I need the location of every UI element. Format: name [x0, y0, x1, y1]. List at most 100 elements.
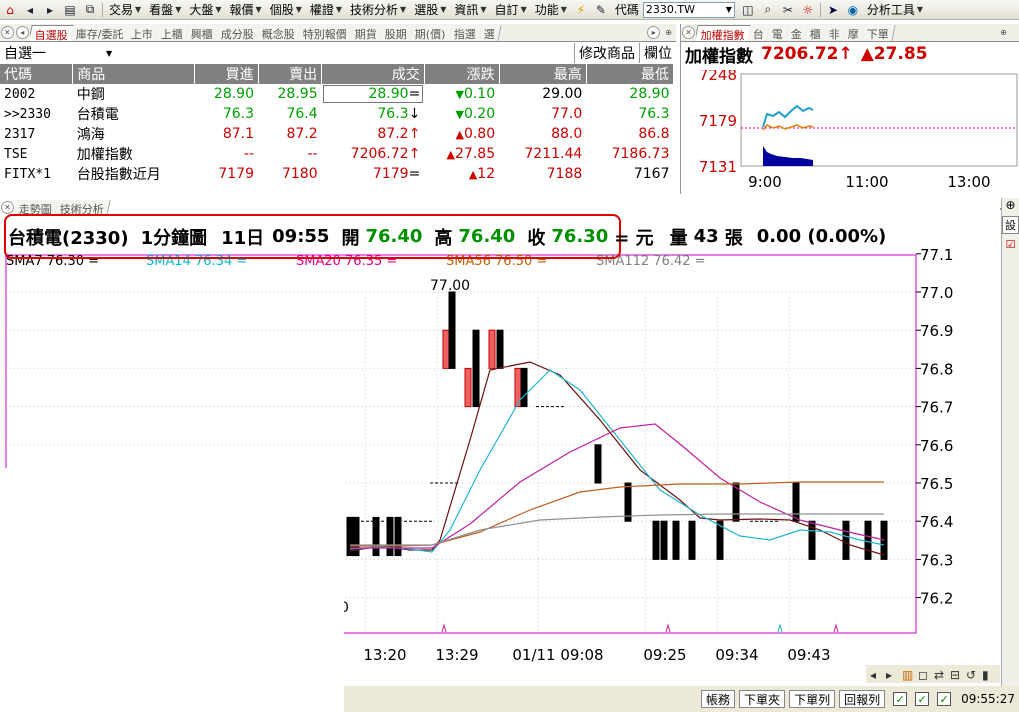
menu-item-label: 功能	[534, 3, 559, 17]
bid-price: 87.1	[222, 126, 254, 142]
chevron-down-icon: ▼	[175, 5, 182, 14]
print-icon[interactable]: ▤	[61, 1, 79, 19]
table-row[interactable]: FITX*1 台股指數近月 7179 7180 7179= ▲12 7188 7167	[0, 164, 674, 184]
chevron-down-icon: ▼	[255, 5, 262, 14]
columns-button[interactable]: 欄位	[639, 43, 676, 63]
tab-item[interactable]: 特別報價	[297, 25, 355, 41]
quotes-header-row: 代碼 商品 買進 賣出 成交 漲跌 最高 最低	[0, 64, 675, 84]
menu-item-label: 技術分析	[350, 3, 399, 17]
chart-nav-icon[interactable]: ⇄	[934, 668, 944, 682]
candle	[594, 444, 602, 484]
tab-item[interactable]: 庫存/委託	[69, 25, 131, 41]
chart-nav-icon[interactable]: ↺	[966, 668, 976, 682]
chart-nav-icon[interactable]: ▥	[902, 668, 913, 682]
menu-item[interactable]: 自訂 ▼	[491, 1, 531, 18]
index-panel: ✕ 加權指數台電金櫃非摩下單 ⊕ 加權指數 7206.72 ↑ ▲27.85 7…	[680, 24, 1019, 194]
column-header[interactable]: 買進	[194, 64, 259, 84]
cursor-icon[interactable]: ➤	[824, 1, 842, 19]
menu-item[interactable]: 大盤 ▼	[185, 1, 225, 18]
table-row[interactable]: >>2330 台積電 76.3 76.4 76.3↓ ▼0.20 77.0 76.3	[0, 104, 674, 124]
chevron-down-icon: ▼	[335, 5, 343, 14]
checkbox-icon[interactable]: ✓	[893, 692, 908, 706]
alert-icon[interactable]: ☼	[799, 1, 817, 19]
status-button[interactable]: 帳務	[701, 690, 736, 708]
settings-icon[interactable]: 設	[1002, 216, 1019, 234]
menu-item[interactable]: 看盤 ▼	[145, 1, 185, 18]
mini-x-label: 9:00	[748, 173, 782, 191]
window-icon[interactable]: ⧉	[81, 1, 99, 19]
tools-icon[interactable]: ✂	[779, 1, 797, 19]
candle	[386, 516, 394, 557]
menu-item[interactable]: 交易 ▼	[105, 1, 145, 18]
tab-item[interactable]: 加權指數	[696, 25, 752, 41]
zoom-icon[interactable]: ⊕	[662, 26, 675, 39]
x-tick-label: 09:25	[643, 646, 686, 664]
table-row[interactable]: 2002 中鋼 28.90 28.95 28.90= ▼0.10 29.00 28.90	[0, 84, 674, 104]
search-icon[interactable]: ⌕	[759, 1, 777, 19]
y-tick-label: 76.7	[920, 399, 953, 417]
tab-item[interactable]: 期(價)	[409, 25, 453, 41]
analysis-tool-menu[interactable]: 分析工具 ▼	[863, 1, 927, 18]
chevron-down-icon[interactable]: ▼	[726, 5, 732, 14]
high-price: 88.0	[551, 126, 583, 142]
zoom-icon[interactable]: ⊕	[997, 26, 1010, 39]
forward-icon[interactable]: ▸	[41, 1, 59, 19]
column-header[interactable]: 商品	[72, 64, 195, 84]
checkbox-icon[interactable]: ☑	[1002, 238, 1019, 251]
home-icon[interactable]: ⌂	[1, 1, 19, 19]
menu-item[interactable]: 資訊 ▼	[450, 1, 490, 18]
chart-panel: 77.1 77.0 76.9 76.8 76.7 76.6 76.5 76.4 76.3 76.2…	[0, 198, 1019, 712]
column-header[interactable]: 最低	[586, 64, 675, 84]
column-header[interactable]: 漲跌	[424, 64, 500, 84]
status-button[interactable]: 下單夾	[739, 690, 786, 708]
volume-value: 43	[693, 226, 719, 247]
tab-item[interactable]: 成分股	[215, 25, 262, 41]
menu-item[interactable]: 選股 ▼	[410, 1, 450, 18]
table-row[interactable]: TSE 加權指數 -- -- 7206.72↑ ▲27.85 7211.44 7186.73	[0, 144, 674, 164]
tab-item[interactable]: 指選	[448, 25, 483, 41]
close-icon[interactable]: ✕	[1, 201, 14, 214]
tab-item[interactable]: 下單	[861, 25, 896, 41]
chart-nav-icon[interactable]: ▮	[982, 668, 989, 682]
column-header[interactable]: 成交	[321, 64, 425, 84]
status-button[interactable]: 下單列	[789, 690, 836, 708]
chevron-down-icon: ▼	[560, 5, 567, 14]
status-button[interactable]: 回報列	[839, 690, 886, 708]
column-header[interactable]: 最高	[499, 64, 587, 84]
chart-nav-icon[interactable]: ◻	[918, 668, 928, 682]
column-header[interactable]: 代碼	[0, 64, 74, 84]
high-price: 7188	[546, 166, 583, 182]
close-icon[interactable]: ✕	[1, 26, 14, 39]
close-icon[interactable]: ✕	[682, 26, 695, 39]
back-icon[interactable]: ◂	[21, 1, 39, 19]
chart-nav-icon[interactable]: ⊟	[950, 668, 960, 682]
chart-side-toolbar: ⊕ 設 ☑	[1001, 198, 1019, 686]
menu-item[interactable]: 個股 ▼	[266, 1, 306, 18]
status-bar: 帳務 下單夾 下單列 回報列 ✓ ✓ ✓ 09:55:27	[344, 686, 1019, 712]
tab-item[interactable]: 自選股	[29, 25, 75, 41]
menu-item[interactable]: 技術分析 ▼	[346, 1, 410, 18]
menu-item[interactable]: 權證 ▼	[306, 1, 346, 18]
edit-items-button[interactable]: 修改商品	[574, 43, 639, 63]
zoom-icon[interactable]: ⊕	[1002, 198, 1019, 212]
chart-nav-icon[interactable]: ▸	[886, 668, 892, 682]
notepad-icon[interactable]: ✎	[592, 1, 610, 19]
checkbox-icon[interactable]: ✓	[915, 692, 930, 706]
tab-item[interactable]: 選	[478, 25, 502, 41]
code-input[interactable]: 2330.TW ▼	[642, 1, 735, 18]
analysis-tool-icon[interactable]: ◉	[844, 1, 862, 19]
group-select[interactable]: 自選一 ▼	[4, 43, 112, 63]
chart-icon[interactable]: ◫	[739, 1, 757, 19]
menu-item[interactable]: 功能 ▼	[531, 1, 571, 18]
menu-item[interactable]: 報價 ▼	[226, 1, 266, 18]
tab-prev-icon[interactable]: ◂	[15, 26, 29, 39]
change-arrow: ▲	[455, 128, 464, 141]
column-header[interactable]: 賣出	[258, 64, 323, 84]
chart-nav-icon[interactable]: ◂	[870, 668, 876, 682]
checkbox-icon[interactable]: ✓	[937, 692, 952, 706]
table-row[interactable]: 2317 鴻海 87.1 87.2 87.2↑ ▲0.80 88.0 86.8	[0, 124, 674, 144]
tab-next-icon[interactable]: ▸	[647, 26, 661, 39]
tab-label: 下單	[866, 28, 889, 41]
tab-item[interactable]: 概念股	[256, 25, 303, 41]
flash-icon[interactable]: ⚡	[572, 1, 590, 19]
